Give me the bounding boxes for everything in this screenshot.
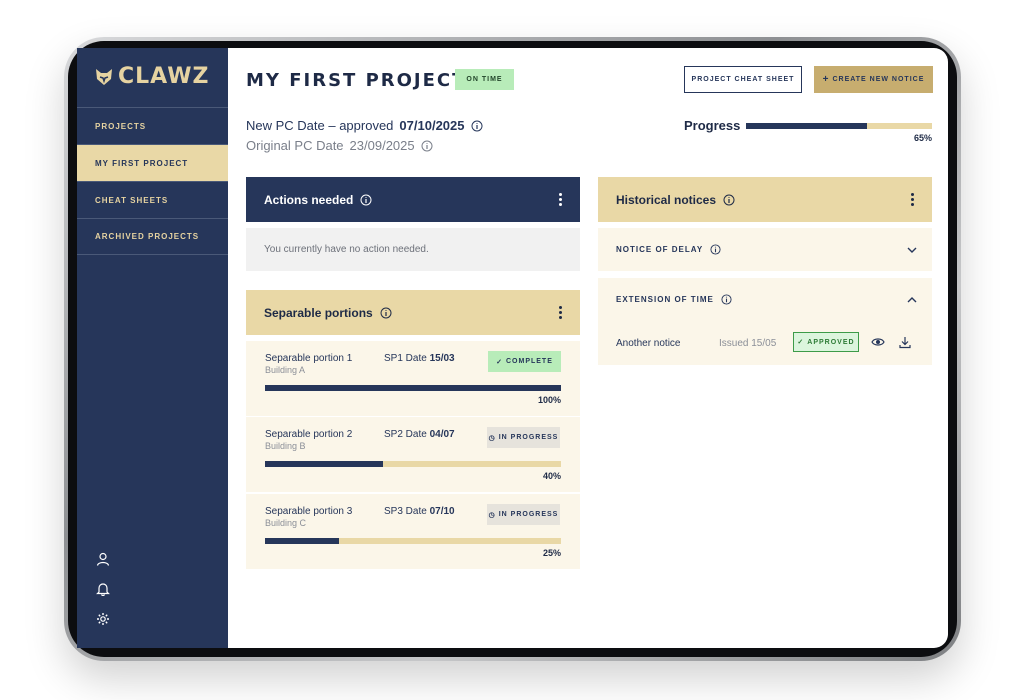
sp-name: Separable portion 1 — [265, 353, 353, 364]
actions-needed-header: Actions needed — [246, 177, 580, 222]
status-badge: ON TIME — [455, 69, 514, 90]
info-icon[interactable] — [421, 140, 433, 152]
new-pc-date-label: New PC Date – approved — [246, 118, 394, 133]
bell-icon[interactable] — [95, 581, 111, 597]
info-icon[interactable] — [471, 120, 483, 132]
main-content: MY FIRST PROJECT ON TIME PROJECT CHEAT S… — [228, 48, 948, 648]
sp-progress-fill — [265, 538, 339, 544]
sp-building: Building C — [265, 518, 307, 528]
historical-notices-title: Historical notices — [616, 192, 717, 207]
separable-portions-title: Separable portions — [264, 305, 373, 320]
separable-portion-row[interactable]: Separable portion 3 Building C SP3 Date … — [246, 494, 580, 569]
gear-icon[interactable] — [95, 611, 111, 627]
fox-logo-icon — [96, 68, 112, 85]
separable-portion-row[interactable]: Separable portion 2 Building B SP2 Date … — [246, 417, 580, 492]
original-pc-date-value: 23/09/2025 — [349, 138, 415, 153]
logo-text: CLAWZ — [118, 64, 210, 89]
notice-issued-date: Issued 15/05 — [719, 338, 777, 349]
sp-name: Separable portion 2 — [265, 429, 353, 440]
more-options-icon[interactable] — [559, 193, 563, 206]
sidebar-bottom-icons — [95, 551, 111, 627]
sp-percent: 25% — [542, 548, 561, 558]
status-badge: ◷ IN PROGRESS — [487, 427, 560, 448]
project-progress-bar — [746, 123, 932, 129]
sp-progress-fill — [265, 461, 384, 467]
info-icon[interactable] — [723, 194, 735, 206]
project-cheat-sheet-button[interactable]: PROJECT CHEAT SHEET — [684, 66, 802, 93]
sp-name: Separable portion 3 — [265, 506, 353, 517]
extension-of-time-section[interactable]: EXTENSION OF TIME — [598, 278, 932, 321]
progress-percent: 65% — [913, 133, 932, 143]
sidebar-item-projects[interactable]: PROJECTS — [77, 107, 228, 144]
project-progress-fill — [746, 123, 867, 129]
download-icon[interactable] — [898, 335, 912, 349]
sidebar-nav: PROJECTS MY FIRST PROJECT CHEAT SHEETS A… — [77, 107, 228, 255]
check-icon: ✓ — [797, 339, 805, 346]
app-screen: CLAWZ PROJECTS MY FIRST PROJECT CHEAT SH… — [77, 48, 948, 648]
sp-progress-fill — [265, 385, 561, 391]
status-badge: ✓ COMPLETE — [488, 351, 561, 372]
notice-of-delay-section[interactable]: NOTICE OF DELAY — [598, 228, 932, 271]
sp-progress-bar — [265, 538, 561, 544]
chevron-down-icon[interactable] — [906, 244, 918, 256]
logo[interactable]: CLAWZ — [94, 64, 209, 89]
separable-portion-row[interactable]: Separable portion 1 Building A SP1 Date … — [246, 341, 580, 416]
separable-portions-header: Separable portions — [246, 290, 580, 335]
actions-needed-title: Actions needed — [264, 192, 354, 207]
more-options-icon[interactable] — [559, 306, 563, 319]
info-icon[interactable] — [710, 244, 721, 255]
progress-label: Progress — [684, 118, 741, 133]
sp-progress-bar — [265, 461, 561, 467]
section-label: NOTICE OF DELAY — [616, 245, 704, 254]
clock-icon: ◷ — [488, 434, 496, 442]
original-pc-date: Original PC Date 23/09/2025 — [246, 138, 433, 153]
original-pc-date-label: Original PC Date — [246, 138, 344, 153]
chevron-up-icon[interactable] — [906, 294, 918, 306]
new-pc-date-value: 07/10/2025 — [399, 118, 465, 133]
create-new-notice-label: CREATE NEW NOTICE — [832, 76, 925, 83]
sidebar: CLAWZ PROJECTS MY FIRST PROJECT CHEAT SH… — [77, 48, 228, 648]
check-icon: ✓ — [496, 358, 503, 366]
sp-date: SP3 Date 07/10 — [384, 506, 455, 517]
sp-date: SP1 Date 15/03 — [384, 353, 455, 364]
sidebar-item-archived-projects[interactable]: ARCHIVED PROJECTS — [77, 218, 228, 255]
sp-building: Building A — [265, 365, 306, 375]
historical-notices-header: Historical notices — [598, 177, 932, 222]
notice-row[interactable]: Another notice Issued 15/05 ✓ APPROVED — [598, 320, 932, 365]
notice-name: Another notice — [616, 338, 681, 349]
new-pc-date: New PC Date – approved 07/10/2025 — [246, 118, 483, 133]
info-icon[interactable] — [360, 194, 372, 206]
sp-progress-bar — [265, 385, 561, 391]
user-icon[interactable] — [95, 551, 111, 567]
sidebar-item-cheat-sheets[interactable]: CHEAT SHEETS — [77, 181, 228, 218]
info-icon[interactable] — [721, 294, 732, 305]
sidebar-item-my-first-project[interactable]: MY FIRST PROJECT — [77, 144, 228, 181]
plus-icon: + — [822, 74, 830, 85]
clock-icon: ◷ — [488, 511, 496, 519]
sp-percent: 40% — [542, 471, 561, 481]
section-label: EXTENSION OF TIME — [616, 295, 714, 304]
sp-date: SP2 Date 04/07 — [384, 429, 455, 440]
sp-percent: 100% — [537, 395, 561, 405]
more-options-icon[interactable] — [911, 193, 915, 206]
page-title: MY FIRST PROJECT — [246, 70, 467, 91]
approved-badge: ✓ APPROVED — [793, 332, 859, 352]
status-badge: ◷ IN PROGRESS — [487, 504, 560, 525]
actions-empty-state: You currently have no action needed. — [246, 228, 580, 271]
sp-building: Building B — [265, 441, 306, 451]
create-new-notice-button[interactable]: + CREATE NEW NOTICE — [814, 66, 933, 93]
info-icon[interactable] — [380, 307, 392, 319]
eye-icon[interactable] — [871, 335, 885, 349]
